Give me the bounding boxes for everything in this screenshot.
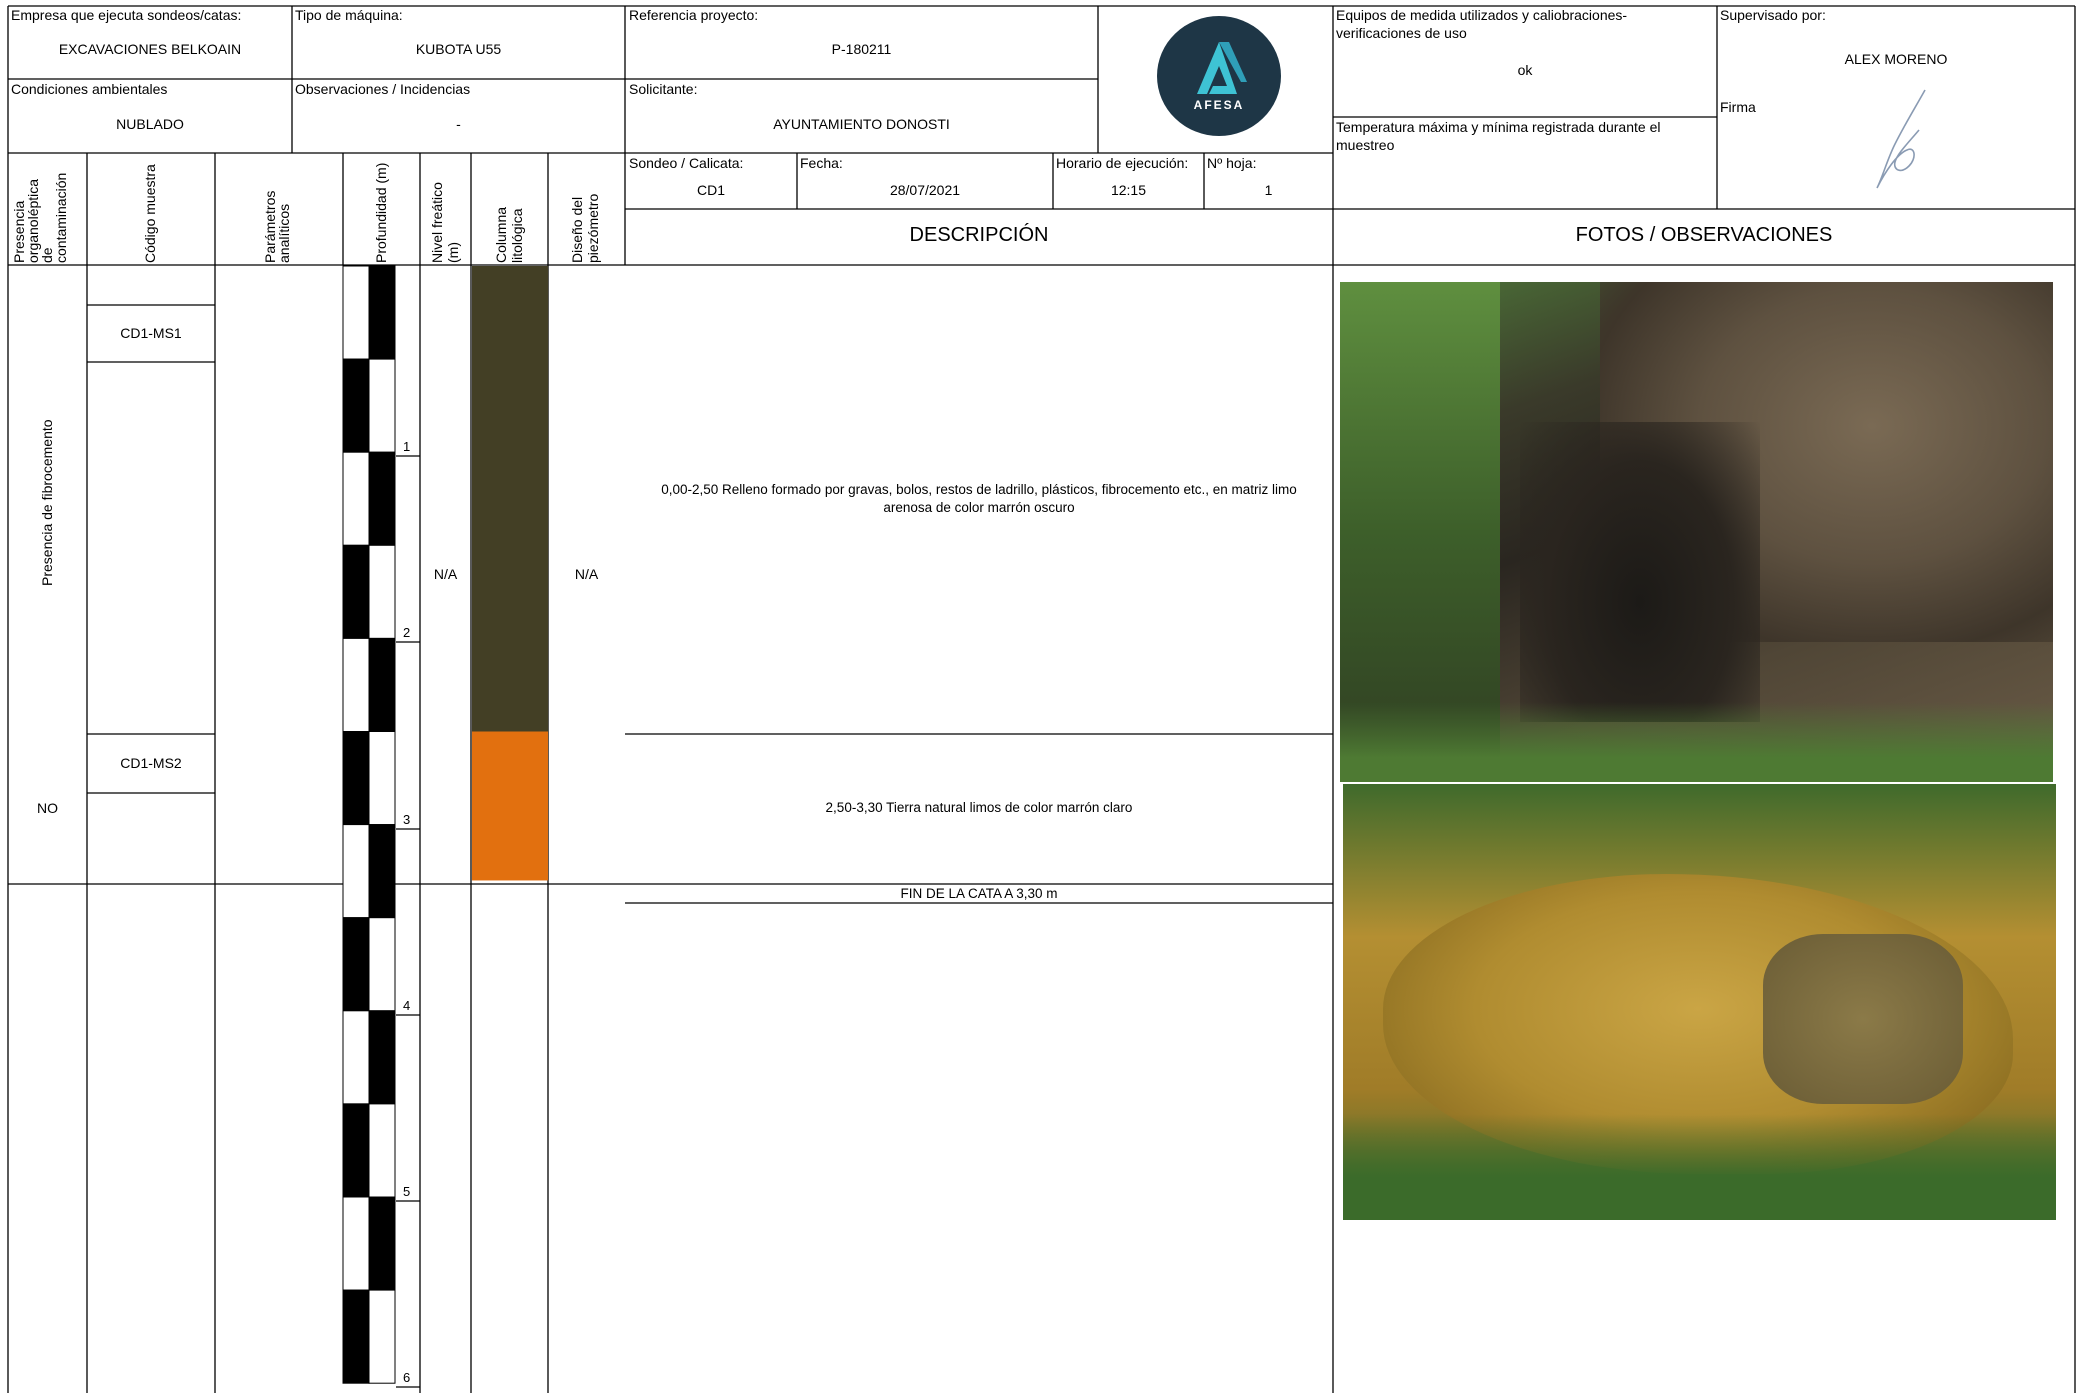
col-nivel-2: (m) bbox=[445, 242, 461, 263]
depth-scale-block bbox=[342, 544, 370, 639]
col-codigo: Código muestra bbox=[142, 164, 158, 263]
equipos-label-2: verificaciones de uso bbox=[1336, 25, 1467, 41]
depth-scale-block bbox=[368, 1103, 396, 1198]
col-diseno-1: Diseño del bbox=[569, 196, 585, 263]
presencia-no: NO bbox=[37, 800, 58, 816]
fin-de-cata: FIN DE LA CATA A 3,30 m bbox=[900, 886, 1058, 901]
depth-scale-block bbox=[342, 1196, 370, 1291]
referencia-label: Referencia proyecto: bbox=[629, 7, 759, 23]
fecha-value: 28/07/2021 bbox=[889, 182, 961, 198]
signature-icon bbox=[1876, 89, 1926, 189]
depth-scale-block bbox=[342, 358, 370, 453]
col-columna-2: litológica bbox=[509, 208, 525, 263]
depth-scale-block bbox=[368, 1289, 396, 1384]
horario-label: Horario de ejecución: bbox=[1056, 155, 1189, 171]
depth-scale-block bbox=[342, 451, 370, 546]
muestra-1: CD1-MS1 bbox=[120, 325, 182, 341]
depth-label: 1 bbox=[403, 439, 411, 454]
depth-scale-block bbox=[368, 824, 396, 919]
col-presencia-4: contaminación bbox=[53, 172, 69, 263]
depth-scale-block bbox=[342, 731, 370, 826]
empresa-value: EXCAVACIONES BELKOAIN bbox=[58, 41, 242, 57]
temperatura-label-1: Temperatura máxima y mínima registrada d… bbox=[1336, 119, 1661, 135]
depth-label: 4 bbox=[403, 998, 411, 1013]
supervisado-label: Supervisado por: bbox=[1720, 7, 1826, 23]
firma-label: Firma bbox=[1720, 99, 1756, 115]
afesa-logo-text: AFESA bbox=[1193, 98, 1245, 112]
depth-scale-block bbox=[342, 1289, 370, 1384]
condiciones-value: NUBLADO bbox=[116, 116, 184, 132]
descripcion-title: DESCRIPCIÓN bbox=[909, 224, 1049, 246]
sondeo-value: CD1 bbox=[696, 182, 725, 198]
photo-soil bbox=[1343, 784, 2056, 1220]
depth-scale-block bbox=[368, 1010, 396, 1105]
depth-scale-block bbox=[368, 1196, 396, 1291]
afesa-logo: AFESA bbox=[1157, 16, 1281, 136]
referencia-value: P-180211 bbox=[831, 41, 892, 57]
observaciones-label: Observaciones / Incidencias bbox=[295, 81, 471, 97]
hoja-value: 1 bbox=[1264, 182, 1273, 198]
equipos-label-1: Equipos de medida utilizados y caliobrac… bbox=[1336, 7, 1628, 23]
description-layer-1-line-1: 0,00-2,50 Relleno formado por gravas, bo… bbox=[661, 482, 1297, 497]
depth-scale-block bbox=[368, 544, 396, 639]
maquina-label: Tipo de máquina: bbox=[295, 7, 403, 23]
equipos-value: ok bbox=[1517, 62, 1533, 78]
empresa-label: Empresa que ejecuta sondeos/catas: bbox=[11, 7, 242, 23]
temperatura-label-2: muestreo bbox=[1336, 137, 1395, 153]
depth-scale-block bbox=[368, 637, 396, 733]
lithology-layer-2 bbox=[472, 731, 548, 881]
depth-scale-block bbox=[368, 451, 396, 546]
afesa-logo-mark-icon bbox=[1197, 42, 1247, 94]
depth-scale-block bbox=[342, 1010, 370, 1105]
depth-scale-block bbox=[368, 358, 396, 453]
col-diseno-2: piezómetro bbox=[585, 193, 601, 263]
maquina-value: KUBOTA U55 bbox=[415, 41, 502, 57]
photo-excavation bbox=[1340, 282, 2053, 782]
col-parametros-2: analíticos bbox=[276, 203, 292, 263]
depth-scale-block bbox=[342, 265, 370, 360]
depth-scale-block bbox=[368, 917, 396, 1012]
piezometro-value: N/A bbox=[574, 566, 599, 582]
supervisado-value: ALEX MORENO bbox=[1844, 51, 1948, 67]
hoja-label: Nº hoja: bbox=[1207, 155, 1257, 171]
lithology-layer-1 bbox=[472, 266, 548, 732]
condiciones-label: Condiciones ambientales bbox=[11, 81, 168, 97]
depth-scale-block bbox=[342, 917, 370, 1012]
horario-value: 12:15 bbox=[1110, 182, 1147, 198]
fotos-title: FOTOS / OBSERVACIONES bbox=[1575, 224, 1833, 246]
depth-scale-block bbox=[342, 1103, 370, 1198]
presencia-fibrocemento: Presencia de fibrocemento bbox=[39, 419, 55, 586]
col-profundidad: Profundidad (m) bbox=[373, 162, 389, 263]
depth-scale-block bbox=[368, 731, 396, 826]
depth-scale-block bbox=[342, 637, 370, 733]
observaciones-value: - bbox=[456, 116, 461, 132]
depth-scale-block bbox=[368, 265, 396, 360]
solicitante-value: AYUNTAMIENTO DONOSTI bbox=[773, 116, 950, 132]
depth-scale-block bbox=[342, 824, 370, 919]
muestra-2: CD1-MS2 bbox=[120, 755, 182, 771]
depth-label: 2 bbox=[403, 625, 411, 640]
col-nivel-1: Nivel freático bbox=[429, 182, 445, 263]
sondeo-label: Sondeo / Calicata: bbox=[629, 155, 744, 171]
col-columna-1: Columna bbox=[493, 206, 509, 263]
depth-label: 5 bbox=[403, 1184, 411, 1199]
solicitante-label: Solicitante: bbox=[629, 81, 698, 97]
nivel-freatico-value: N/A bbox=[433, 566, 458, 582]
description-layer-2: 2,50-3,30 Tierra natural limos de color … bbox=[825, 800, 1133, 815]
fecha-label: Fecha: bbox=[800, 155, 843, 171]
description-layer-1-line-2: arenosa de color marrón oscuro bbox=[883, 500, 1075, 515]
depth-label: 3 bbox=[403, 812, 411, 827]
depth-label: 6 bbox=[403, 1370, 411, 1385]
